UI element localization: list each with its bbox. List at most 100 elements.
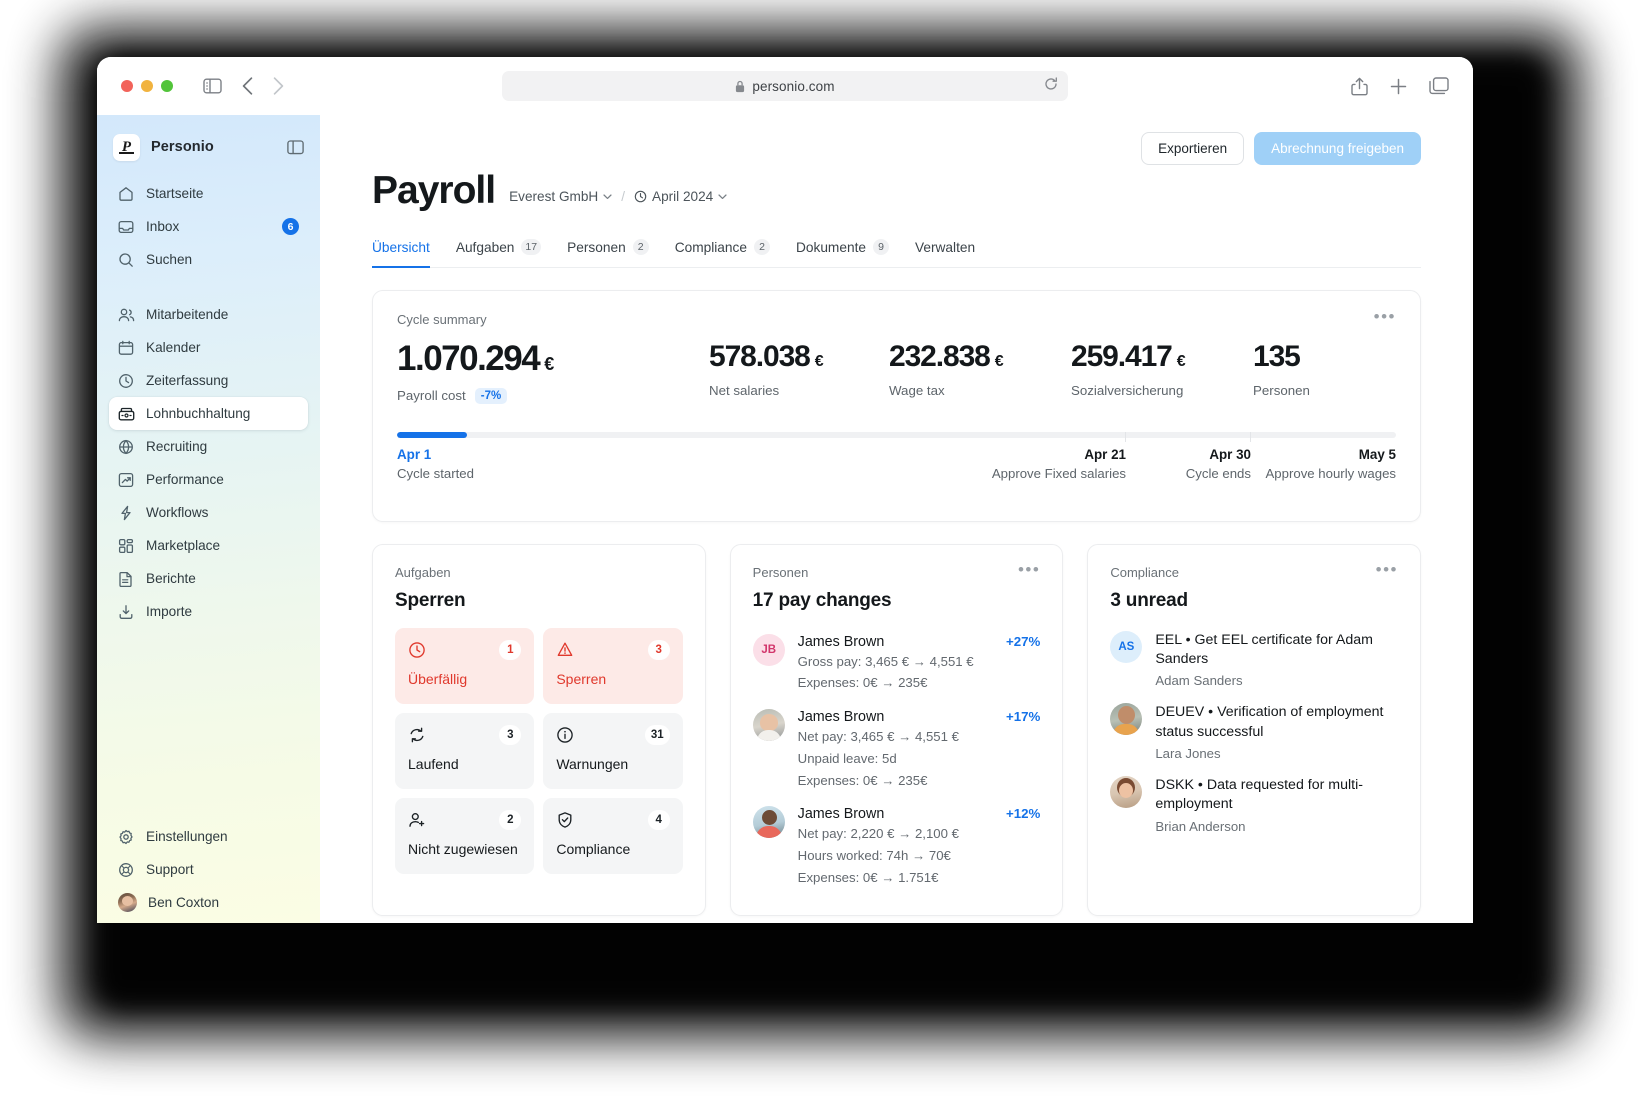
- maximize-window-button[interactable]: [161, 80, 173, 92]
- tab-ubersicht[interactable]: Übersicht: [372, 240, 430, 268]
- list-item[interactable]: DSKK • Data requested for multi-employme…: [1110, 772, 1398, 845]
- task-tile-warnungen[interactable]: 31 Warnungen: [543, 712, 683, 789]
- sidebar-item-lohnbuchhaltung[interactable]: Lohnbuchhaltung: [109, 397, 308, 430]
- milestone-date: Apr 30: [1209, 446, 1251, 462]
- sidebar-item-einstellungen[interactable]: Einstellungen: [109, 820, 308, 853]
- pay-change-percent: +17%: [1005, 709, 1041, 725]
- sidebar-item-label: Importe: [146, 604, 193, 619]
- more-horizontal-icon[interactable]: •••: [1374, 308, 1396, 325]
- sidebar-item-kalender[interactable]: Kalender: [109, 331, 308, 364]
- tab-count: 17: [521, 239, 542, 255]
- sidebar-item-workflows[interactable]: Workflows: [109, 496, 308, 529]
- sidebar-item-label: Startseite: [146, 186, 204, 201]
- sidebar-item-label: Kalender: [146, 340, 201, 355]
- main-content: Exportieren Abrechnung freigeben Payroll…: [320, 115, 1473, 923]
- kpi-row: 1.070.294 € Payroll cost -7% 578.038 € N…: [397, 339, 1396, 404]
- kpi-personen: 135 Personen: [1253, 341, 1310, 398]
- sidebar-item-inbox[interactable]: Inbox 6: [109, 210, 308, 243]
- kpi-currency: €: [544, 354, 555, 374]
- approve-payroll-button[interactable]: Abrechnung freigeben: [1254, 132, 1421, 165]
- more-horizontal-icon[interactable]: •••: [1376, 561, 1398, 578]
- download-icon: [118, 604, 135, 620]
- task-tile-sperren[interactable]: 3 Sperren: [543, 627, 683, 704]
- pay-detail: Gross pay: 3,465 € → 4,551 €: [797, 653, 974, 669]
- sidebar-item-support[interactable]: Support: [109, 853, 308, 886]
- plus-icon[interactable]: [1390, 78, 1407, 95]
- tab-verwalten[interactable]: Verwalten: [915, 240, 975, 268]
- share-icon[interactable]: [1351, 77, 1368, 96]
- trending-up-icon: [118, 472, 135, 488]
- compliance-list: AS EEL • Get EEL certificate for Adam Sa…: [1110, 627, 1398, 845]
- sidebar-item-performance[interactable]: Performance: [109, 463, 308, 496]
- task-tile-laufend[interactable]: 3 Laufend: [395, 712, 535, 789]
- tab-compliance[interactable]: Compliance 2: [675, 239, 770, 268]
- inbox-icon: [118, 219, 135, 235]
- clock-icon: [634, 190, 647, 203]
- reload-icon[interactable]: [1044, 76, 1058, 96]
- pay-detail: Net pay: 3,465 € → 4,551 €: [797, 729, 959, 745]
- breadcrumb: Everest GmbH / April 2024: [509, 189, 727, 204]
- list-item[interactable]: DEUEV • Verification of employment statu…: [1110, 699, 1398, 772]
- sidebar-item-startseite[interactable]: Startseite: [109, 177, 308, 210]
- sidebar-item-marketplace[interactable]: Marketplace: [109, 529, 308, 562]
- list-item[interactable]: JB James Brown +27% Gross pay: 3,465 € →…: [752, 627, 1040, 702]
- panel-collapse-icon[interactable]: [287, 139, 304, 155]
- chevron-down-icon: [603, 193, 612, 200]
- task-tile-count: 1: [499, 639, 522, 660]
- compliance-title: DSKK • Data requested for multi-employme…: [1155, 777, 1363, 813]
- tab-dokumente[interactable]: Dokumente 9: [796, 239, 889, 268]
- list-item[interactable]: James Brown +17% Net pay: 3,465 € → 4,55…: [752, 702, 1041, 799]
- milestone-text: Cycle started: [397, 465, 474, 481]
- address-bar[interactable]: personio.com: [502, 71, 1068, 101]
- person-name: James Brown: [797, 806, 885, 823]
- kpi-label: Net salaries: [709, 382, 780, 398]
- list-item[interactable]: James Brown +12% Net pay: 2,220 € → 2,10…: [752, 799, 1040, 896]
- sidebar-item-recruiting[interactable]: Recruiting: [109, 430, 308, 463]
- task-tile-nicht-zugewiesen[interactable]: 2 Nicht zugewiesen: [395, 797, 535, 874]
- chevron-down-icon: [718, 193, 727, 200]
- close-window-button[interactable]: [121, 80, 133, 92]
- tab-personen[interactable]: Personen 2: [567, 239, 649, 268]
- sidebar-item-suchen[interactable]: Suchen: [109, 243, 308, 276]
- back-chevron-icon[interactable]: [242, 77, 253, 95]
- tab-overview-icon[interactable]: [1429, 77, 1449, 95]
- sidebar-item-berichte[interactable]: Berichte: [109, 562, 308, 595]
- pay-detail: Expenses: 0€ → 1.751€: [797, 869, 939, 885]
- task-tile-label: Überfällig: [408, 670, 468, 687]
- sidebar-item-zeiterfassung[interactable]: Zeiterfassung: [109, 364, 308, 397]
- sidebar-item-importe[interactable]: Importe: [109, 595, 308, 628]
- url-text: personio.com: [752, 78, 835, 94]
- cycle-summary-label: Cycle summary: [397, 312, 487, 327]
- period-selector[interactable]: April 2024: [634, 189, 727, 204]
- task-tile-label: Compliance: [556, 840, 631, 857]
- search-icon: [118, 252, 135, 268]
- compliance-person: Adam Sanders: [1155, 673, 1243, 689]
- compliance-person: Lara Jones: [1155, 746, 1221, 761]
- avatar: [752, 806, 785, 839]
- timeline-milestones: Apr 1 Cycle started Apr 21 Approve Fixed…: [397, 431, 1396, 497]
- pay-detail: Expenses: 0€ → 235€: [797, 772, 928, 788]
- window-controls[interactable]: [121, 80, 173, 92]
- task-tile-uberfallig[interactable]: 1 Überfällig: [395, 627, 535, 704]
- tab-count: 9: [872, 239, 889, 255]
- export-button[interactable]: Exportieren: [1141, 132, 1245, 165]
- task-tile-compliance[interactable]: 4 Compliance: [543, 797, 683, 874]
- company-selector[interactable]: Everest GmbH: [509, 189, 612, 204]
- minimize-window-button[interactable]: [141, 80, 153, 92]
- pay-detail: Expenses: 0€ → 235€: [797, 675, 928, 691]
- sidebar-toggle-icon[interactable]: [203, 78, 222, 94]
- milestone-apr-21: Apr 21 Approve Fixed salaries: [992, 431, 1126, 481]
- lifebuoy-icon: [118, 862, 135, 878]
- sidebar-item-mitarbeitende[interactable]: Mitarbeitende: [109, 298, 308, 331]
- kpi-value: 1.070.294: [397, 339, 541, 378]
- kpi-value: 135: [1253, 340, 1301, 373]
- sidebar-item-user[interactable]: Ben Coxton: [109, 886, 308, 919]
- list-item[interactable]: AS EEL • Get EEL certificate for Adam Sa…: [1110, 627, 1398, 700]
- more-horizontal-icon[interactable]: •••: [1018, 561, 1040, 578]
- forward-chevron-icon[interactable]: [273, 77, 284, 95]
- kpi-currency: €: [994, 353, 1004, 370]
- kpi-label: Wage tax: [889, 382, 945, 398]
- tab-aufgaben[interactable]: Aufgaben 17: [456, 239, 542, 268]
- task-tile-label: Sperren: [556, 670, 607, 687]
- task-tile-label: Laufend: [408, 755, 459, 772]
